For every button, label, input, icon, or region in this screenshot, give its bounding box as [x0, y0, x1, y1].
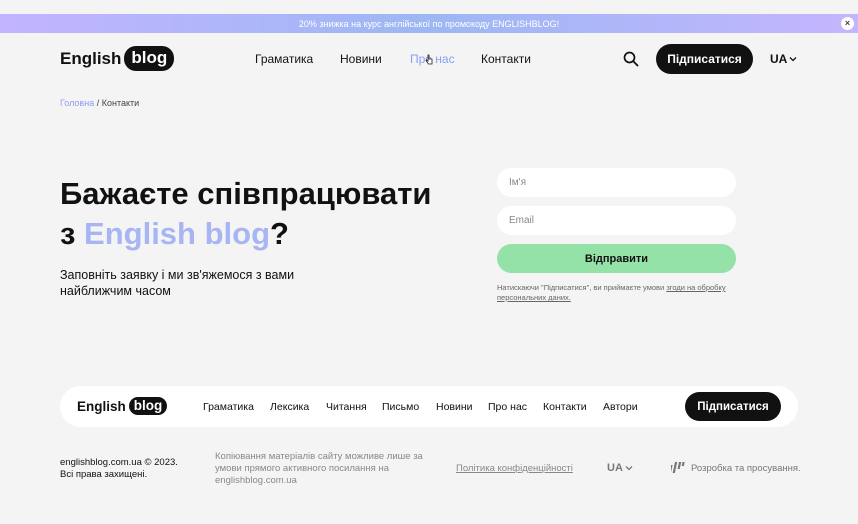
breadcrumb: Головна / Контакти [60, 98, 139, 108]
footer-nav-contacts[interactable]: Контакти [543, 401, 587, 413]
name-field[interactable]: Ім'я [497, 168, 736, 197]
footer-language-select[interactable]: UA [607, 462, 633, 474]
nav-item-grammar[interactable]: Граматика [255, 52, 313, 66]
logo-word: English [60, 48, 122, 68]
footer-nav-authors[interactable]: Автори [603, 401, 638, 413]
chevron-down-icon [789, 57, 797, 62]
studio-credit[interactable]: Розробка та просування. [691, 463, 801, 474]
nav-item-contacts[interactable]: Контакти [481, 52, 531, 66]
promo-text: 20% знижка на курс англійської по промок… [298, 18, 560, 29]
close-icon[interactable]: × [841, 17, 854, 30]
subscribe-button[interactable]: Підписатися [656, 44, 753, 74]
chevron-down-icon [625, 466, 633, 471]
promo-banner: 20% знижка на курс англійської по промок… [0, 14, 858, 33]
language-value: UA [607, 462, 623, 474]
search-icon[interactable] [623, 51, 639, 67]
title-line-2: з English blog? [60, 214, 431, 254]
breadcrumb-current: Контакти [101, 98, 140, 108]
footer-nav-reading[interactable]: Читання [326, 401, 367, 413]
title-line-1: Бажаєте співпрацювати [60, 176, 432, 211]
footer-logo[interactable]: English blog [77, 397, 168, 415]
nav-item-news[interactable]: Новини [340, 52, 382, 66]
footer-nav-grammar[interactable]: Граматика [203, 401, 254, 413]
logo-word: English [77, 398, 126, 414]
header-logo[interactable]: English blog [60, 46, 175, 71]
breadcrumb-home[interactable]: Головна [60, 98, 94, 108]
language-value: UA [770, 52, 788, 66]
breadcrumb-separator: / [96, 98, 100, 108]
nav-link[interactable]: Граматика [255, 52, 313, 66]
footer-nav-vocabulary[interactable]: Лексика [270, 401, 309, 413]
copy-note: Копіювання матеріалів сайту можливе лише… [215, 451, 423, 486]
consent-copy: Натискаючи "Підписатися", ви приймаєте у… [497, 283, 667, 292]
email-field[interactable]: Email [497, 206, 736, 235]
footer-nav-about[interactable]: Про нас [488, 401, 527, 413]
studio-logo-icon [671, 462, 685, 473]
copyright-line-2: Всі права захищені. [60, 469, 148, 480]
copyright-line-1: englishblog.com.ua © 2023. [60, 457, 178, 468]
send-button[interactable]: Відправити [497, 244, 736, 273]
logo-pill: blog [128, 397, 168, 415]
copyright: englishblog.com.ua © 2023. Всі права зах… [60, 457, 178, 481]
nav-link[interactable]: Контакти [481, 52, 531, 66]
footer-subscribe-button[interactable]: Підписатися [685, 392, 781, 421]
nav-link[interactable]: Новини [340, 52, 382, 66]
title-suffix: ? [270, 216, 289, 251]
page-title: Бажаєте співпрацювати з English blog? [60, 174, 431, 254]
title-prefix: з [60, 216, 85, 251]
title-accent: English blog [84, 216, 271, 251]
hand-cursor-icon [425, 54, 433, 65]
language-select[interactable]: UA [770, 52, 797, 66]
page-subtitle: Заповніть заявку і ми зв'яжемося з вами … [60, 268, 295, 298]
footer-nav-writing[interactable]: Письмо [382, 401, 419, 413]
logo-pill: blog [124, 46, 175, 71]
privacy-policy-link[interactable]: Політика конфіденційності [456, 463, 573, 474]
footer-nav-news[interactable]: Новини [436, 401, 473, 413]
consent-text: Натискаючи "Підписатися", ви приймаєте у… [497, 283, 737, 303]
